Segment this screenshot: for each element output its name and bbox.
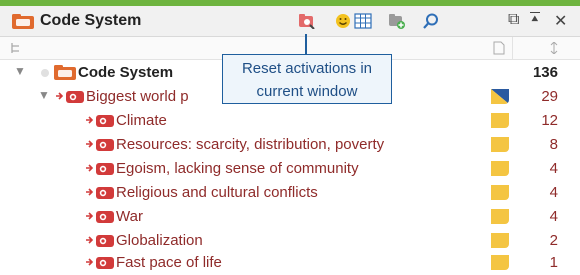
code-system-icon [54,65,76,80]
activation-arrow-icon[interactable] [86,258,94,266]
tree-row-child[interactable]: Globalization 2 [0,229,580,253]
tree-row-child[interactable]: Fast pace of life 1 [0,251,580,275]
code-icon [96,163,114,175]
tooltip-line: current window [256,83,358,100]
window-title: Code System [40,12,142,29]
tree-count: 12 [541,112,558,129]
tree-label: Religious and cultural conflicts [116,184,318,201]
tree-count: 8 [549,136,558,153]
reset-activations-tooltip: Reset activations in current window [222,54,392,104]
tree-count: 4 [549,184,558,201]
color-flag [491,89,509,104]
color-flag [491,161,509,176]
code-system-panel: Code System ⧉ ⯅ ✕ ▼ Code System 136 ▼ Bi… [0,0,580,274]
close-icon[interactable]: ✕ [554,11,567,31]
tree-count: 4 [549,208,558,225]
collapse-icon[interactable]: ⯅ [530,12,540,25]
table-grid-icon[interactable] [354,13,372,29]
color-flag [491,185,509,200]
expand-arrow-icon[interactable]: ▼ [14,64,26,78]
column-divider [512,37,513,59]
activation-arrow-icon[interactable] [86,164,94,172]
smiley-icon[interactable] [334,13,352,29]
hierarchy-icon[interactable] [10,42,22,54]
search-icon[interactable] [422,13,440,29]
activation-dot-icon[interactable] [40,68,50,78]
reset-activations-icon[interactable] [298,13,316,29]
tree-row-child[interactable]: Resources: scarcity, distribution, pover… [0,133,580,157]
activation-arrow-icon[interactable] [56,92,64,100]
activation-arrow-icon[interactable] [86,236,94,244]
code-icon [96,187,114,199]
activation-arrow-icon[interactable] [86,140,94,148]
color-flag [491,255,509,270]
activation-arrow-icon[interactable] [86,116,94,124]
color-flag [491,113,509,128]
tree-row-child[interactable]: Egoism, lacking sense of community 4 [0,157,580,181]
tree-label: Egoism, lacking sense of community [116,160,359,177]
tree-label: Globalization [116,232,203,249]
tooltip-pointer [305,34,307,54]
tree-count: 136 [532,64,558,81]
color-flag [491,137,509,152]
code-icon [96,115,114,127]
memo-column-icon[interactable] [493,41,505,55]
tree-label: Code System [78,64,174,81]
code-icon [96,235,114,247]
tree-row-child[interactable]: War 4 [0,205,580,229]
tree-label: Climate [116,112,167,129]
code-icon [96,257,114,269]
activation-arrow-icon[interactable] [86,212,94,220]
detach-window-icon[interactable]: ⧉ [508,11,519,29]
tree-row-child[interactable]: Religious and cultural conflicts 4 [0,181,580,205]
tooltip-line: Reset activations in [241,60,373,77]
color-flag [491,233,509,248]
code-system-icon [12,14,34,29]
tree-count: 29 [541,88,558,105]
tree-label: Biggest world p [86,88,189,105]
tree-count: 4 [549,160,558,177]
tree-row-child[interactable]: Climate 12 [0,109,580,133]
activation-arrow-icon[interactable] [86,188,94,196]
title-bar: Code System ⧉ ⯅ ✕ [0,6,580,37]
tree-label: Fast pace of life [116,254,222,271]
tree-count: 2 [549,232,558,249]
tree-count: 1 [549,254,558,271]
new-code-icon[interactable] [388,13,406,29]
tree-label: Resources: scarcity, distribution, pover… [116,136,385,153]
expand-arrow-icon[interactable]: ▼ [38,88,50,102]
code-icon [96,211,114,223]
tree-label: War [116,208,143,225]
color-flag [491,209,509,224]
sort-icon[interactable] [550,42,558,54]
code-icon [96,139,114,151]
code-icon [66,91,84,103]
